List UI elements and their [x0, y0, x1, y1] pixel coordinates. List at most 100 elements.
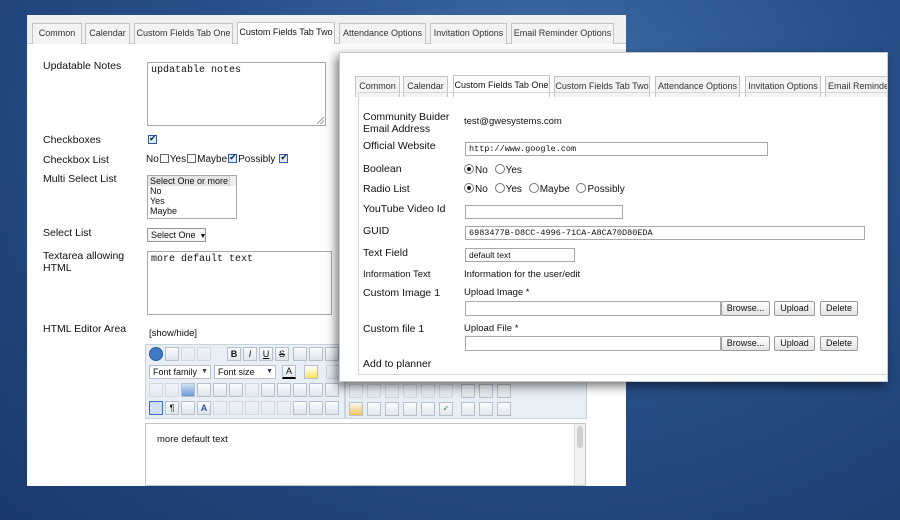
multi-select-option[interactable]: Select One or more — [148, 176, 236, 186]
resize-grip-icon[interactable] — [317, 117, 324, 124]
boolean-no-radio[interactable] — [464, 164, 474, 174]
sub-icon[interactable] — [325, 401, 339, 415]
paragraph-rtl-icon[interactable] — [165, 383, 179, 397]
tab-calendar[interactable]: Calendar — [85, 23, 130, 44]
checkboxes-checkbox[interactable] — [148, 133, 157, 144]
preview-icon[interactable] — [181, 383, 195, 397]
show-hide-link[interactable]: [show/hide] — [149, 328, 197, 339]
checkbox-possibly[interactable] — [228, 152, 238, 163]
charmap-icon[interactable] — [461, 402, 475, 416]
unlink-icon[interactable] — [403, 402, 417, 416]
multi-select-listbox[interactable]: Select One or more No Yes Maybe — [147, 175, 237, 219]
text-field-input[interactable]: default text — [465, 248, 575, 262]
spellcheck-icon[interactable]: ✓ — [439, 402, 453, 416]
file-input[interactable] — [465, 336, 721, 351]
multi-select-option[interactable]: Yes — [148, 196, 236, 206]
paragraph-icon[interactable] — [149, 383, 163, 397]
html-editor-content[interactable]: more default text — [145, 423, 586, 486]
tab-custom-fields-two[interactable]: Custom Fields Tab Two — [237, 22, 335, 44]
iframe-icon[interactable] — [497, 402, 511, 416]
table-icon[interactable] — [149, 401, 163, 415]
tab-email-reminder-options[interactable]: Email Reminder Options — [511, 23, 614, 44]
paste-text-icon[interactable] — [213, 383, 227, 397]
tab-invitation-options[interactable]: Invitation Options — [430, 23, 507, 44]
html-editor-scrollbar[interactable] — [574, 424, 585, 485]
delete-file-button[interactable]: Delete — [820, 336, 858, 351]
insert-row-icon[interactable] — [349, 384, 363, 398]
emotions-icon[interactable] — [479, 402, 493, 416]
insert-col-icon[interactable] — [385, 384, 399, 398]
split-cells-icon[interactable] — [421, 384, 435, 398]
image-file-input[interactable] — [465, 301, 721, 316]
upload-file-button[interactable]: Upload — [774, 336, 815, 351]
italic-button[interactable]: I — [243, 347, 257, 361]
paste-word-icon[interactable] — [229, 383, 243, 397]
checkbox-yes[interactable] — [159, 154, 169, 163]
pilcrow-icon[interactable]: ¶ — [165, 401, 179, 415]
delete-row-icon[interactable] — [367, 384, 381, 398]
layer-icon[interactable] — [181, 401, 195, 415]
multi-select-option[interactable]: No — [148, 186, 236, 196]
abbr-icon[interactable] — [213, 401, 227, 415]
align-right-icon[interactable] — [325, 347, 339, 361]
checkbox-maybe[interactable] — [187, 154, 197, 163]
strikethrough-button[interactable]: S — [275, 347, 289, 361]
delete-col-icon[interactable] — [403, 384, 417, 398]
attributes-icon[interactable] — [293, 401, 307, 415]
align-center-icon[interactable] — [309, 347, 323, 361]
guid-input[interactable]: 6983477B-D8CC-4996-71CA-A8CA70D80EDA — [465, 226, 865, 240]
tab-custom-fields-one[interactable]: Custom Fields Tab One — [134, 23, 233, 44]
search-icon[interactable] — [309, 383, 323, 397]
radio-possibly[interactable] — [576, 183, 587, 193]
official-website-input[interactable]: http://www.google.com — [465, 142, 768, 156]
style-icon[interactable]: A — [197, 401, 211, 415]
undo-icon[interactable] — [181, 347, 195, 361]
browse-file-button[interactable]: Browse... — [721, 336, 770, 351]
print-icon[interactable] — [277, 383, 291, 397]
select-all-icon[interactable] — [245, 383, 259, 397]
template-icon[interactable] — [197, 383, 211, 397]
ins-icon[interactable] — [261, 401, 275, 415]
updatable-notes-textarea[interactable]: updatable notes — [147, 62, 326, 126]
visual-aid-icon[interactable] — [497, 384, 511, 398]
multi-select-scrollbar[interactable] — [229, 176, 236, 186]
delete-image-button[interactable]: Delete — [820, 301, 858, 316]
tab-attendance-options[interactable]: Attendance Options — [339, 23, 426, 44]
cite-icon[interactable] — [245, 401, 259, 415]
new-document-icon[interactable] — [165, 347, 179, 361]
clear-format-icon[interactable] — [326, 365, 340, 379]
anchor-icon[interactable] — [421, 402, 435, 416]
replace-icon[interactable] — [325, 383, 339, 397]
radio-yes[interactable] — [494, 183, 505, 193]
sup-icon[interactable] — [309, 401, 323, 415]
cleanup-icon[interactable] — [261, 383, 275, 397]
insert-media-icon[interactable] — [367, 402, 381, 416]
bold-button[interactable]: B — [227, 347, 241, 361]
merge-cells-icon[interactable] — [439, 384, 453, 398]
underline-button[interactable]: U — [259, 347, 273, 361]
tab-common[interactable]: Common — [32, 23, 82, 44]
browse-image-button[interactable]: Browse... — [721, 301, 770, 316]
upload-image-button[interactable]: Upload — [774, 301, 815, 316]
text-color-icon[interactable]: A — [282, 365, 296, 379]
highlight-color-icon[interactable] — [304, 365, 318, 379]
youtube-video-id-input[interactable] — [465, 205, 623, 219]
help-icon[interactable] — [149, 347, 163, 361]
fullscreen-icon[interactable] — [293, 383, 307, 397]
textarea-html-field[interactable]: more default text — [147, 251, 332, 315]
select-list-dropdown[interactable]: Select One ▼ — [147, 228, 206, 242]
radio-maybe[interactable] — [528, 183, 539, 193]
align-left-icon[interactable] — [293, 347, 307, 361]
insert-link-icon[interactable] — [385, 402, 399, 416]
multi-select-option[interactable]: Maybe — [148, 206, 236, 216]
boolean-yes-radio[interactable] — [494, 164, 505, 174]
hr-icon[interactable] — [461, 384, 475, 398]
font-family-select[interactable]: Font family ▼ — [149, 365, 211, 379]
remove-format-icon[interactable] — [479, 384, 493, 398]
acronym-icon[interactable] — [229, 401, 243, 415]
del-icon[interactable] — [277, 401, 291, 415]
checkbox-trailing[interactable] — [279, 152, 289, 163]
font-size-select[interactable]: Font size ▼ — [214, 365, 276, 379]
redo-icon[interactable] — [197, 347, 211, 361]
insert-image-icon[interactable] — [349, 402, 363, 416]
